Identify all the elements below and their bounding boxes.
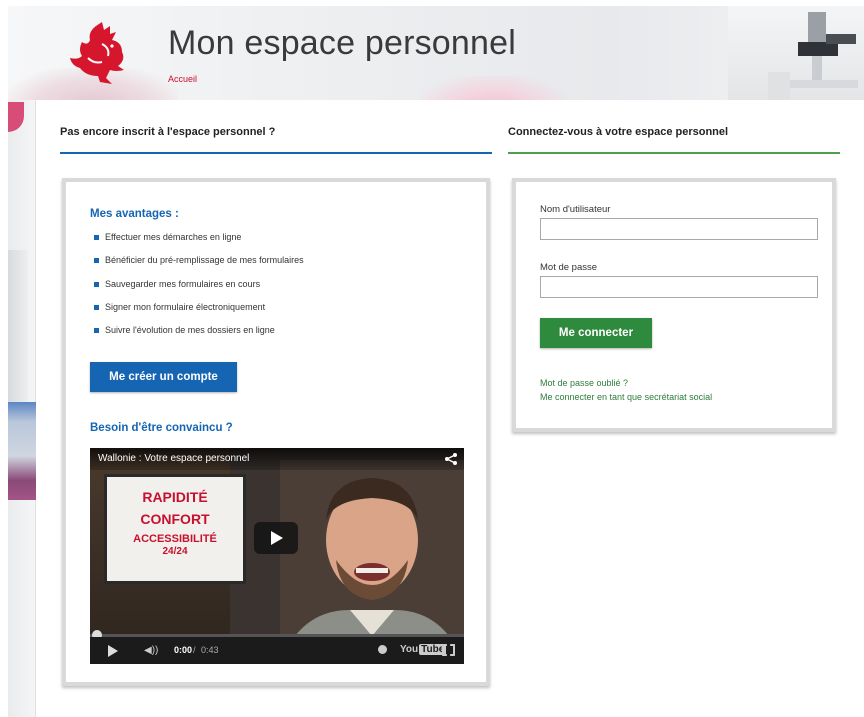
sign-line: ACCESSIBILITÉ bbox=[133, 533, 217, 545]
video-screen-sign: RAPIDITÉ CONFORT ACCESSIBILITÉ 24/24 bbox=[104, 474, 246, 584]
password-label: Mot de passe bbox=[540, 262, 598, 273]
advantage-text: Signer mon formulaire électroniquement bbox=[105, 301, 266, 312]
advantage-text: Effectuer mes démarches en ligne bbox=[105, 232, 242, 242]
youtube-logo[interactable]: You Tube bbox=[400, 644, 447, 655]
list-item: Suivre l'évolution de mes dossiers en li… bbox=[94, 325, 304, 348]
list-item: Bénéficier du pré-remplissage de mes for… bbox=[94, 255, 304, 278]
time-separator: / bbox=[193, 645, 196, 655]
advantage-text: Bénéficier du pré-remplissage de mes for… bbox=[105, 255, 304, 266]
video-player[interactable]: RAPIDITÉ CONFORT ACCESSIBILITÉ 24/24 Wal… bbox=[90, 448, 464, 664]
advantage-text: Sauvegarder mes formulaires en cours bbox=[105, 278, 261, 289]
advantage-text: Suivre l'évolution de mes dossiers en li… bbox=[105, 325, 275, 336]
video-controls: ◀)) 0:00 / 0:43 You Tube bbox=[90, 637, 464, 664]
list-item: Signer mon formulaire électroniquement bbox=[94, 302, 304, 325]
login-section-title: Connectez-vous à votre espace personnel bbox=[508, 126, 729, 138]
microscope-image bbox=[768, 12, 858, 100]
share-icon[interactable] bbox=[444, 452, 458, 466]
volume-icon[interactable]: ◀)) bbox=[144, 645, 158, 656]
username-input[interactable] bbox=[540, 218, 818, 240]
login-button[interactable]: Me connecter bbox=[540, 318, 652, 348]
sign-line: CONFORT bbox=[140, 511, 210, 527]
video-title[interactable]: Wallonie : Votre espace personnel bbox=[98, 453, 249, 464]
login-section-divider bbox=[508, 152, 840, 154]
bullet-icon bbox=[94, 304, 99, 310]
login-panel: Nom d'utilisateur Mot de passe Me connec… bbox=[512, 178, 836, 432]
youtube-label: You bbox=[400, 644, 419, 655]
current-time: 0:00 bbox=[174, 645, 193, 655]
bullet-icon bbox=[94, 235, 99, 240]
video-duration: 0:43 bbox=[201, 645, 219, 655]
sign-line: RAPIDITÉ bbox=[142, 489, 208, 505]
username-label: Nom d'utilisateur bbox=[540, 204, 611, 215]
bullet-icon bbox=[94, 281, 99, 287]
register-section-title: Pas encore inscrit à l'espace personnel … bbox=[60, 126, 276, 138]
secretariat-login-link[interactable]: Me connecter en tant que secrétariat soc… bbox=[540, 392, 712, 402]
fullscreen-icon[interactable] bbox=[442, 644, 455, 656]
decoration-bottle bbox=[8, 402, 36, 500]
breadcrumb-home-link[interactable]: Accueil bbox=[168, 74, 197, 84]
header-banner: Mon espace personnel Accueil bbox=[8, 6, 864, 100]
bullet-icon bbox=[94, 258, 99, 264]
wallonia-rooster-logo-icon bbox=[70, 22, 124, 84]
register-section-divider bbox=[60, 152, 492, 154]
settings-icon[interactable] bbox=[378, 645, 387, 654]
decoration-shade bbox=[8, 250, 28, 410]
advantages-heading: Mes avantages : bbox=[90, 208, 179, 220]
left-decoration-strip bbox=[8, 100, 36, 717]
play-button[interactable] bbox=[254, 522, 298, 554]
forgot-password-link[interactable]: Mot de passe oublié ? bbox=[540, 378, 628, 388]
page-title: Mon espace personnel bbox=[168, 24, 517, 62]
sign-line: 24/24 bbox=[162, 546, 188, 557]
advantages-list: Effectuer mes démarches en ligne Bénéfic… bbox=[94, 232, 304, 348]
register-panel: Mes avantages : Effectuer mes démarches … bbox=[62, 178, 490, 686]
bullet-icon bbox=[94, 328, 99, 334]
list-item: Effectuer mes démarches en ligne bbox=[94, 232, 304, 255]
list-item: Sauvegarder mes formulaires en cours bbox=[94, 279, 304, 302]
header-decoration bbox=[418, 76, 568, 100]
convince-heading: Besoin d'être convaincu ? bbox=[90, 422, 233, 434]
decoration-flask bbox=[8, 102, 24, 132]
control-play-icon[interactable] bbox=[108, 645, 118, 657]
password-input[interactable] bbox=[540, 276, 818, 298]
create-account-button[interactable]: Me créer un compte bbox=[90, 362, 237, 392]
